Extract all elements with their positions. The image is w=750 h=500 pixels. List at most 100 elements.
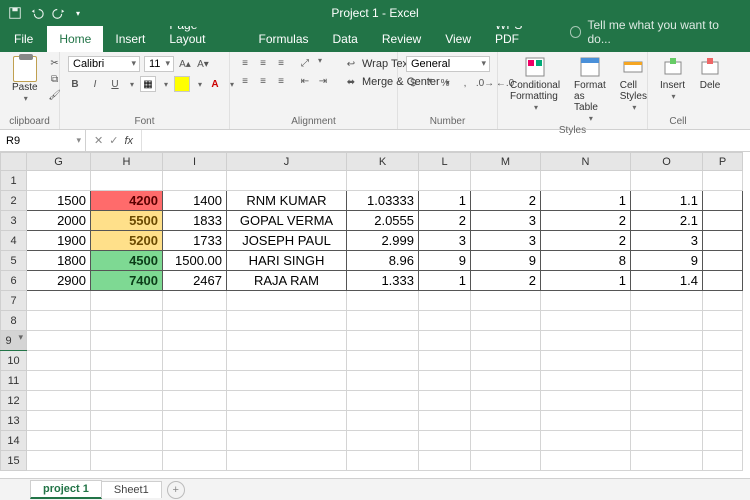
cell-H11[interactable]	[91, 371, 163, 391]
cell-M4[interactable]: 3	[471, 231, 541, 251]
conditional-formatting-button[interactable]: Conditional Formatting▾	[506, 56, 564, 113]
cell-L2[interactable]: 1	[419, 191, 471, 211]
row-header-5[interactable]: 5	[1, 251, 27, 271]
cell-J2[interactable]: RNM KUMAR	[227, 191, 347, 211]
cell-J14[interactable]	[227, 431, 347, 451]
qat-more-icon[interactable]: ▾	[76, 9, 80, 18]
cell-H15[interactable]	[91, 451, 163, 471]
cell-I3[interactable]: 1833	[163, 211, 227, 231]
cell-I6[interactable]: 2467	[163, 271, 227, 291]
cell-O9[interactable]	[631, 331, 703, 351]
cell-K11[interactable]	[347, 371, 419, 391]
comma-icon[interactable]: ,	[458, 76, 472, 90]
row-header-1[interactable]: 1	[1, 171, 27, 191]
cell-G8[interactable]	[27, 311, 91, 331]
cell-N7[interactable]	[541, 291, 631, 311]
cell-I11[interactable]	[163, 371, 227, 391]
cell-P4[interactable]	[703, 231, 743, 251]
cell-K2[interactable]: 1.03333	[347, 191, 419, 211]
cell-N10[interactable]	[541, 351, 631, 371]
align-left-icon[interactable]: ≡	[238, 74, 252, 88]
cell-K12[interactable]	[347, 391, 419, 411]
row-header-8[interactable]: 8	[1, 311, 27, 331]
cell-I2[interactable]: 1400	[163, 191, 227, 211]
cell-J5[interactable]: HARI SINGH	[227, 251, 347, 271]
cell-O10[interactable]	[631, 351, 703, 371]
cell-O6[interactable]: 1.4	[631, 271, 703, 291]
cell-I5[interactable]: 1500.00	[163, 251, 227, 271]
header-cell-L[interactable]: Round	[419, 171, 471, 191]
decrease-font-icon[interactable]: A▾	[196, 57, 210, 71]
align-right-icon[interactable]: ≡	[274, 74, 288, 88]
cell-H6[interactable]: 7400	[91, 271, 163, 291]
col-header-H[interactable]: H	[91, 153, 163, 171]
cell-G7[interactable]	[27, 291, 91, 311]
format-as-table-button[interactable]: Format as Table▾	[570, 56, 610, 124]
header-cell-H[interactable]: Total Sal	[91, 171, 163, 191]
tab-home[interactable]: Home	[47, 26, 103, 52]
cell-K4[interactable]: 2.999	[347, 231, 419, 251]
cell-K15[interactable]	[347, 451, 419, 471]
cell-N5[interactable]: 8	[541, 251, 631, 271]
row-header-7[interactable]: 7	[1, 291, 27, 311]
cell-O15[interactable]	[631, 451, 703, 471]
align-middle-icon[interactable]: ≡	[256, 56, 270, 70]
cell-I9[interactable]	[163, 331, 227, 351]
col-header-N[interactable]: N	[541, 153, 631, 171]
italic-button[interactable]: I	[88, 77, 102, 91]
align-center-icon[interactable]: ≡	[256, 74, 270, 88]
row-header-11[interactable]: 11	[1, 371, 27, 391]
cell-O13[interactable]	[631, 411, 703, 431]
select-all-corner[interactable]	[1, 153, 27, 171]
cell-M3[interactable]: 3	[471, 211, 541, 231]
font-size-select[interactable]: 11	[144, 56, 174, 72]
cell-G5[interactable]: 1800	[27, 251, 91, 271]
cell-G9[interactable]	[27, 331, 91, 351]
header-cell-P[interactable]: Rou	[703, 171, 743, 191]
col-header-G[interactable]: G	[27, 153, 91, 171]
cell-G6[interactable]: 2900	[27, 271, 91, 291]
increase-font-icon[interactable]: A▴	[178, 57, 192, 71]
header-cell-N[interactable]: Round down	[541, 171, 631, 191]
row-header-6[interactable]: 6	[1, 271, 27, 291]
cell-L10[interactable]	[419, 351, 471, 371]
sheet-tab-project1[interactable]: project 1	[30, 480, 102, 499]
cell-G2[interactable]: 1500	[27, 191, 91, 211]
align-bottom-icon[interactable]: ≡	[274, 56, 288, 70]
cell-L13[interactable]	[419, 411, 471, 431]
cell-L3[interactable]: 2	[419, 211, 471, 231]
cell-K5[interactable]: 8.96	[347, 251, 419, 271]
col-header-J[interactable]: J	[227, 153, 347, 171]
currency-icon[interactable]: $	[406, 76, 420, 90]
cell-L11[interactable]	[419, 371, 471, 391]
cell-G3[interactable]: 2000	[27, 211, 91, 231]
cell-P2[interactable]	[703, 191, 743, 211]
col-header-P[interactable]: P	[703, 153, 743, 171]
cell-H7[interactable]	[91, 291, 163, 311]
cell-P13[interactable]	[703, 411, 743, 431]
insert-cells-button[interactable]: Insert▾	[656, 56, 689, 102]
redo-icon[interactable]	[52, 6, 66, 20]
font-color-button[interactable]: A	[208, 77, 222, 91]
cell-H5[interactable]: 4500	[91, 251, 163, 271]
cell-L12[interactable]	[419, 391, 471, 411]
tab-data[interactable]: Data	[321, 26, 370, 52]
cell-H8[interactable]	[91, 311, 163, 331]
cell-I13[interactable]	[163, 411, 227, 431]
col-header-O[interactable]: O	[631, 153, 703, 171]
cell-K9[interactable]	[347, 331, 419, 351]
cell-J15[interactable]	[227, 451, 347, 471]
cell-G14[interactable]	[27, 431, 91, 451]
cell-J8[interactable]	[227, 311, 347, 331]
undo-icon[interactable]	[30, 6, 44, 20]
cell-K13[interactable]	[347, 411, 419, 431]
cell-J4[interactable]: JOSEPH PAUL	[227, 231, 347, 251]
col-header-K[interactable]: K	[347, 153, 419, 171]
cell-K10[interactable]	[347, 351, 419, 371]
cell-J7[interactable]	[227, 291, 347, 311]
number-format-select[interactable]: General	[406, 56, 490, 72]
spreadsheet-grid[interactable]: GHIJKLMNOP1Sal-MarTotal SalAvg SalFull N…	[0, 152, 750, 478]
cell-O5[interactable]: 9	[631, 251, 703, 271]
cell-L14[interactable]	[419, 431, 471, 451]
cell-I7[interactable]	[163, 291, 227, 311]
